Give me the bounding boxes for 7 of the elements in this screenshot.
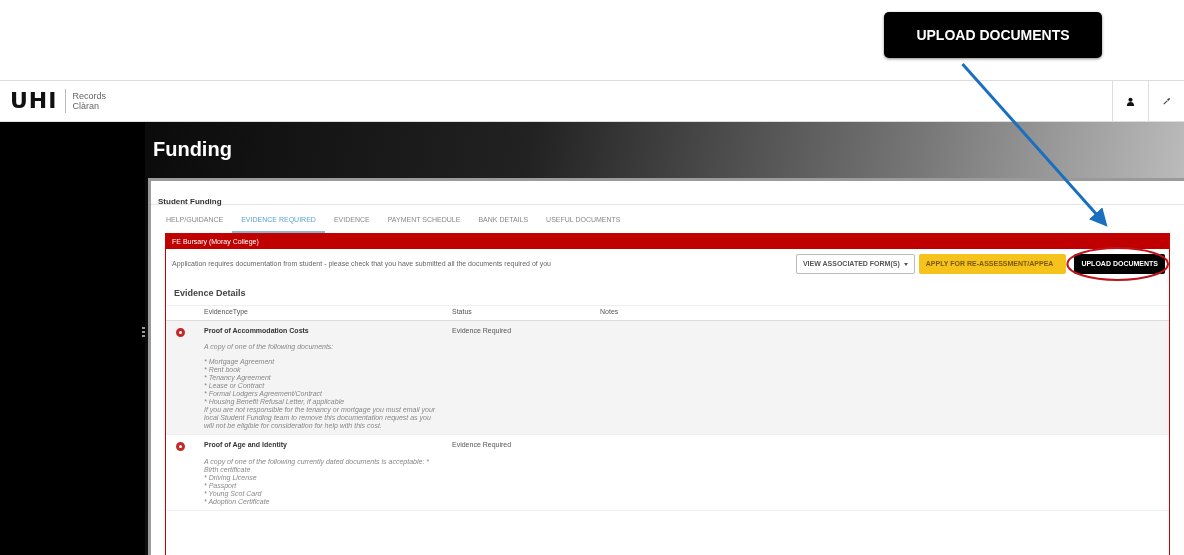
card-title: Student Funding <box>158 197 222 206</box>
section-title: Evidence Details <box>173 287 246 300</box>
page-title: Funding <box>153 138 232 160</box>
logo: UHI <box>0 89 67 113</box>
app-name: Clàran <box>72 101 100 111</box>
app-name: Records <box>72 91 106 101</box>
callout-label: UPLOAD DOCUMENTS <box>884 12 1102 58</box>
